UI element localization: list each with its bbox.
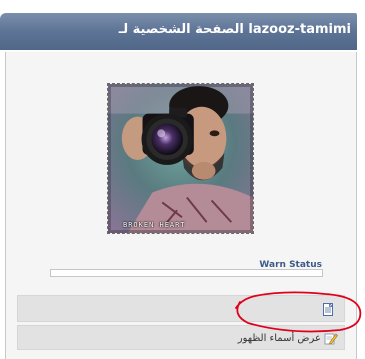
- display-names-label: عرض أسماء الظهور: [237, 332, 321, 344]
- avatar[interactable]: BROKEN HEART: [107, 83, 254, 234]
- profile-window: الصفحة الشخصية لـ lazooz-tamimi BROKEN H…: [0, 0, 365, 359]
- profile-photo-icon: [108, 84, 253, 233]
- profile-header: الصفحة الشخصية لـ lazooz-tamimi: [0, 13, 357, 50]
- warn-status-bar: [50, 269, 323, 277]
- action-row-document[interactable]: [17, 295, 345, 322]
- page-title: الصفحة الشخصية لـ lazooz-tamimi: [118, 22, 351, 37]
- avatar-caption: BROKEN HEART: [123, 221, 186, 229]
- document-icon[interactable]: [323, 303, 333, 316]
- pencil-icon: [324, 333, 338, 345]
- action-row-display-names[interactable]: عرض أسماء الظهور: [17, 325, 345, 350]
- display-names-link[interactable]: عرض أسماء الظهور: [238, 331, 338, 345]
